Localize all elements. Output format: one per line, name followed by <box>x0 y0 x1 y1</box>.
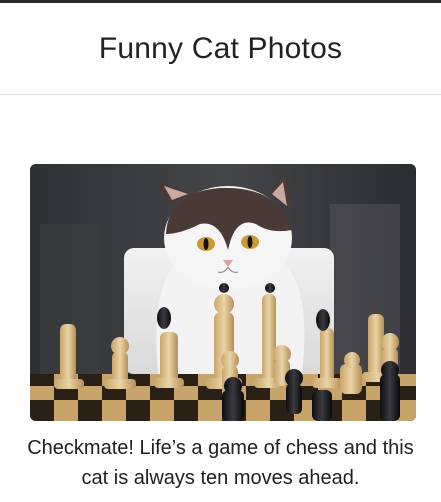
photo-caption: Checkmate! Life’s a game of chess and th… <box>27 437 414 489</box>
page-header: Funny Cat Photos <box>0 3 441 95</box>
cat-photo[interactable] <box>30 164 416 421</box>
cat-chess-image <box>30 164 416 421</box>
page-title: Funny Cat Photos <box>98 31 343 65</box>
